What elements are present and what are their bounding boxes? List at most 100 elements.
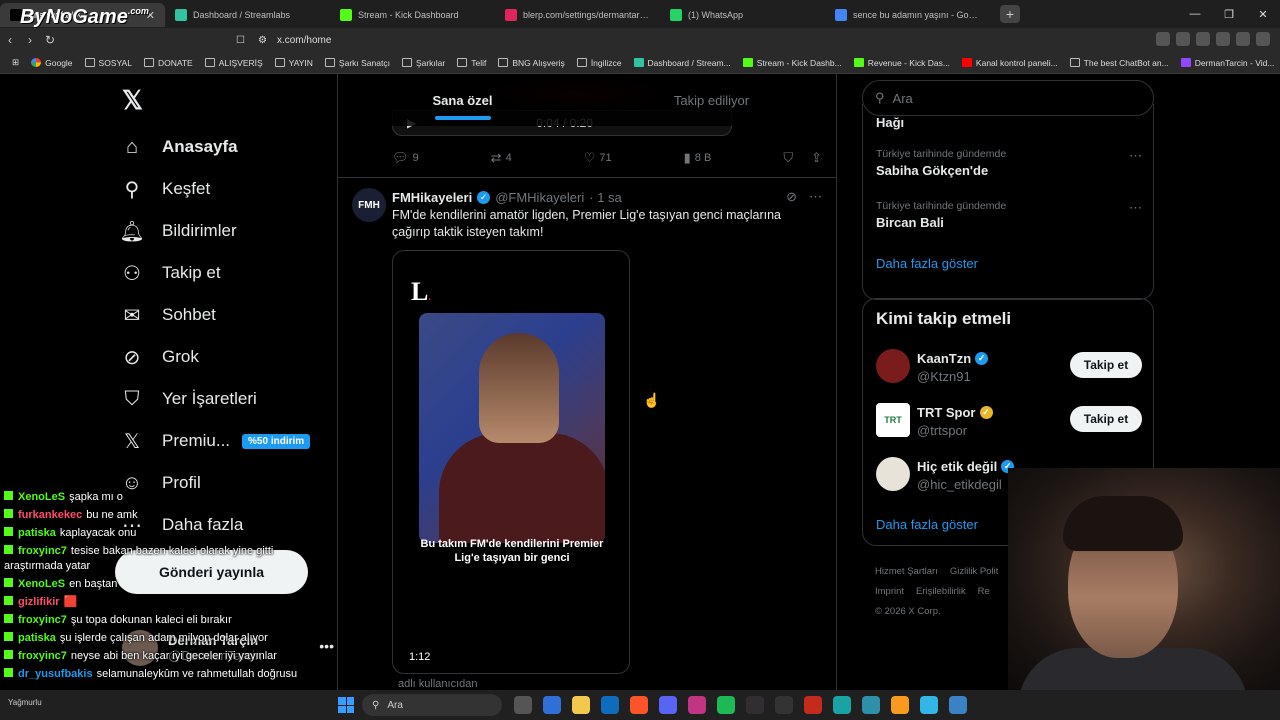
extension-icon[interactable] xyxy=(1256,32,1270,46)
trend-item[interactable]: Türkiye tarihinde gündemde Bircan Bali ⋯ xyxy=(876,200,1142,230)
bookmark-item[interactable]: BNG Alışveriş xyxy=(492,58,570,68)
forward-icon[interactable]: › xyxy=(20,33,40,47)
sidebar-item-search[interactable]: ⚲ Keşfet xyxy=(120,168,310,210)
sidebar-item-mail[interactable]: ✉ Sohbet xyxy=(120,294,310,336)
app-icon[interactable] xyxy=(949,696,967,714)
browser-tab[interactable]: blerp.com/settings/dermantarcin?s= xyxy=(495,3,660,27)
follow-button[interactable]: Takip et xyxy=(1070,406,1142,432)
avatar[interactable] xyxy=(876,349,910,383)
close-icon[interactable]: ✕ xyxy=(1246,8,1280,21)
reload-icon[interactable]: ↻ xyxy=(40,33,60,47)
explorer-icon[interactable] xyxy=(572,696,590,714)
sidebar-item-add-person[interactable]: ⚇ Takip et xyxy=(120,252,310,294)
author-handle[interactable]: @FMHikayeleri xyxy=(495,190,584,205)
x-app-icon[interactable] xyxy=(804,696,822,714)
bookmark-item[interactable]: DONATE xyxy=(138,58,199,68)
bookmark-button[interactable]: ⛉ ⇪ xyxy=(783,150,822,166)
browser-tab[interactable]: Dashboard / Streamlabs xyxy=(165,3,330,27)
follow-button[interactable]: Takip et xyxy=(1070,352,1142,378)
x-logo-icon[interactable]: 𝕏 xyxy=(122,86,150,114)
author-name[interactable]: FMHikayeleri xyxy=(392,190,472,205)
sidebar-item-bell[interactable]: 🔔︎ Bildirimler xyxy=(119,210,310,252)
more-icon[interactable]: ⋯ xyxy=(1129,200,1142,216)
premium-discount-badge[interactable]: %50 indirim xyxy=(242,433,311,449)
bookmark-item[interactable]: İngilizce xyxy=(571,58,628,68)
store-icon[interactable] xyxy=(543,696,561,714)
outlook-icon[interactable] xyxy=(601,696,619,714)
apps-icon[interactable]: ⊞ xyxy=(6,57,25,68)
sidebar-item-bookmark[interactable]: ⛉ Yer İşaretleri xyxy=(120,378,310,420)
sidebar-item-home[interactable]: ⌂ Anasayfa xyxy=(120,126,310,168)
repost-button[interactable]: ⇄ 4 xyxy=(491,150,512,166)
bookmark-item[interactable]: Kanal kontrol paneli... xyxy=(956,58,1064,68)
footer-link[interactable]: Erişilebilirlik xyxy=(916,586,966,597)
new-tab-icon[interactable]: + xyxy=(1000,5,1020,23)
cloud-icon[interactable] xyxy=(891,696,909,714)
tweet-video[interactable]: L. Bu takım FM'de kendilerini Premier Li… xyxy=(392,250,630,674)
bookmark-item[interactable]: ALIŞVERİŞ xyxy=(199,58,269,68)
reply-button[interactable]: 💬︎ 9 xyxy=(392,150,419,166)
footer-link[interactable]: Gizlilik Polit xyxy=(950,566,999,577)
follow-suggestion[interactable]: KaanTzn ✓ @Ktzn91 Takip et xyxy=(876,349,1142,389)
bookmark-item[interactable]: Revenue - Kick Das... xyxy=(848,58,956,68)
weather-widget[interactable]: Yağmurlu xyxy=(8,698,42,707)
views-button[interactable]: ▮ 8 B xyxy=(684,150,712,166)
search-input[interactable]: ⚲ Ara xyxy=(862,80,1154,116)
browser-tab[interactable]: sence bu adamın yaşını - Google'da xyxy=(825,3,990,27)
app-icon[interactable] xyxy=(775,696,793,714)
bookmark-item[interactable]: Şarkı Sanatçı xyxy=(319,58,396,68)
bookmark-item[interactable]: Telif xyxy=(451,58,492,68)
footer-link[interactable]: Imprint xyxy=(875,586,904,597)
bookmark-item[interactable]: Stream - Kick Dashb... xyxy=(737,58,848,68)
obs-icon[interactable] xyxy=(746,696,764,714)
more-icon[interactable]: ⋯ xyxy=(809,189,822,205)
bookmark-item[interactable]: DermanTarcin - Vid... xyxy=(1175,58,1280,68)
extension-icon[interactable] xyxy=(1236,32,1250,46)
instagram-icon[interactable] xyxy=(688,696,706,714)
bookmark-item[interactable]: Google xyxy=(25,58,78,68)
spotify-icon[interactable] xyxy=(717,696,735,714)
app-icon[interactable] xyxy=(833,696,851,714)
avatar[interactable]: FMH xyxy=(352,188,386,222)
sidebar-item-x-premium[interactable]: 𝕏 Premiu... %50 indirim xyxy=(120,420,311,462)
windows-start-icon[interactable] xyxy=(338,697,354,713)
brave-icon[interactable] xyxy=(630,696,648,714)
show-more-link[interactable]: Daha fazla göster xyxy=(876,256,978,271)
grok-icon[interactable]: ⊘ xyxy=(786,189,797,205)
bookmark-item[interactable]: Dashboard / Stream... xyxy=(628,58,737,68)
tab-following[interactable]: Takip ediliyor xyxy=(587,74,836,126)
more-icon[interactable]: ⋯ xyxy=(1129,148,1142,164)
site-info-icon[interactable]: ⚙ xyxy=(258,35,267,46)
browser-tab[interactable]: Stream - Kick Dashboard xyxy=(330,3,495,27)
url-field[interactable]: ☐ ⚙ x.com/home xyxy=(236,30,978,50)
tab-for-you[interactable]: Sana özel xyxy=(338,74,587,126)
bookmark-item[interactable]: SOSYAL xyxy=(79,58,138,68)
more-icon[interactable]: ••• xyxy=(319,638,334,654)
show-more-link[interactable]: Daha fazla göster xyxy=(876,517,978,532)
bookmark-item[interactable]: YAYIN xyxy=(269,58,319,68)
minimize-icon[interactable]: — xyxy=(1178,8,1212,20)
browser-tab[interactable]: (1) WhatsApp xyxy=(660,3,825,27)
sidebar-item-grok[interactable]: ⊘ Grok xyxy=(120,336,310,378)
tweet-time[interactable]: · 1 sa xyxy=(589,190,622,205)
extension-icon[interactable] xyxy=(1176,32,1190,46)
avatar[interactable] xyxy=(876,457,910,491)
share-icon[interactable]: ⇪ xyxy=(811,150,822,166)
trend-item[interactable]: Türkiye tarihinde gündemde Sabiha Gökçen… xyxy=(876,148,1142,178)
follow-suggestion[interactable]: TRT TRT Spor ✓ @trtspor Takip et xyxy=(876,403,1142,443)
app-icon[interactable] xyxy=(862,696,880,714)
footer-link[interactable]: Re xyxy=(978,586,990,597)
discord-icon[interactable] xyxy=(659,696,677,714)
extension-icon[interactable] xyxy=(1216,32,1230,46)
task-view-icon[interactable] xyxy=(514,696,532,714)
avatar[interactable]: TRT xyxy=(876,403,910,437)
notes-icon[interactable] xyxy=(920,696,938,714)
bookmark-item[interactable]: The best ChatBot an... xyxy=(1064,58,1175,68)
restore-icon[interactable]: ❐ xyxy=(1212,8,1246,21)
extension-icon[interactable] xyxy=(1156,32,1170,46)
extension-icon[interactable] xyxy=(1196,32,1210,46)
bookmark-page-icon[interactable]: ☐ xyxy=(236,35,245,46)
bookmark-item[interactable]: Şarkılar xyxy=(396,58,451,68)
back-icon[interactable]: ‹ xyxy=(0,33,20,47)
like-button[interactable]: ♡ 71 xyxy=(584,150,612,166)
